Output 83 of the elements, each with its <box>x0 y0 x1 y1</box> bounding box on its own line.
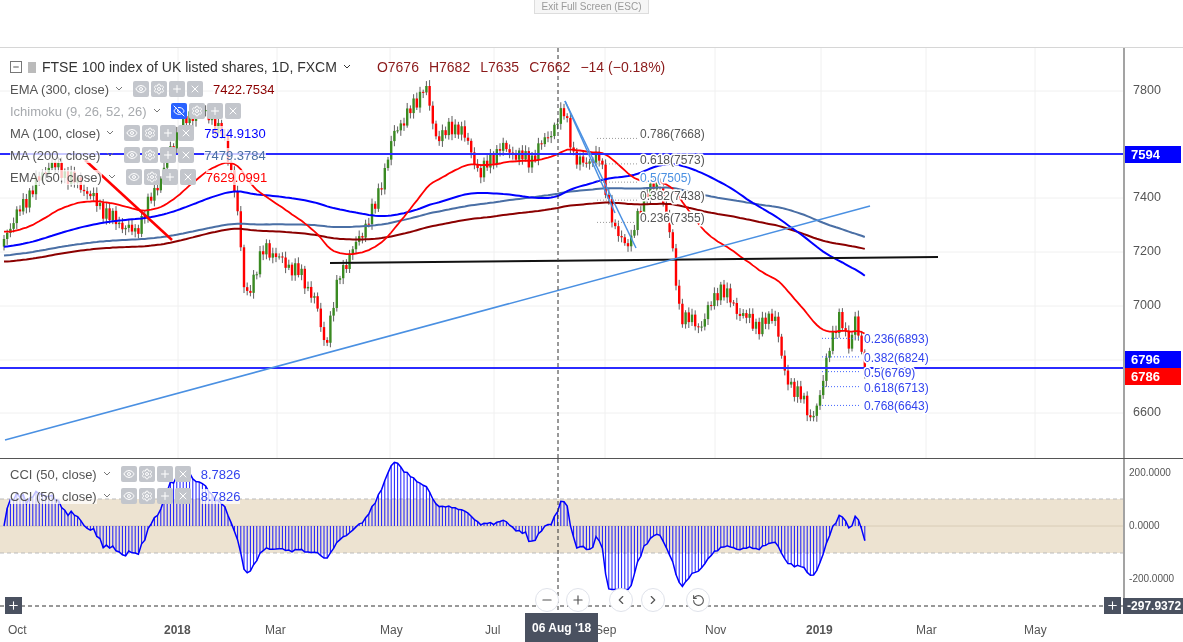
eye-icon[interactable] <box>133 81 149 97</box>
scroll-right-button[interactable] <box>641 588 665 612</box>
price-label: 6796 <box>1125 351 1182 368</box>
plus-icon <box>7 599 20 612</box>
time-label: Mar <box>916 623 937 637</box>
plus-button[interactable] <box>5 597 22 614</box>
settings-icon[interactable] <box>142 125 159 141</box>
plus-icon[interactable] <box>206 103 223 119</box>
ema-50-legend[interactable]: EMA (50, close) <box>10 169 102 185</box>
reset-icon <box>691 593 705 607</box>
reset-button[interactable] <box>686 588 710 612</box>
indicator-value: 7629.0991 <box>205 169 268 185</box>
flag-icon <box>28 61 36 73</box>
cci-legend[interactable]: CCI (50, close) <box>10 488 97 504</box>
time-label: 2019 <box>806 623 833 637</box>
price-tick: 7800 <box>1133 83 1161 97</box>
eye-icon[interactable] <box>125 169 142 185</box>
plus-icon[interactable] <box>156 488 173 504</box>
cci-tick: -200.0000 <box>1129 573 1175 584</box>
fibonacci-level-label: 0.786(7668) <box>640 127 705 142</box>
price-tick: 6600 <box>1133 405 1161 419</box>
plus-button[interactable] <box>1104 597 1121 614</box>
eye-icon[interactable] <box>120 488 137 504</box>
time-label: Mar <box>265 623 286 637</box>
time-label: May <box>1024 623 1047 637</box>
indicator-value: 7479.3784 <box>204 147 266 163</box>
time-label: May <box>380 623 403 637</box>
fibonacci-level-label: 0.768(6643) <box>864 399 929 414</box>
cursor-date-label: 06 Aug '18 <box>525 613 599 642</box>
zoom-out-button[interactable] <box>535 588 559 612</box>
plus-icon[interactable] <box>161 169 178 185</box>
indicator-value: 7514.9130 <box>204 125 266 141</box>
price-tick: 7000 <box>1133 298 1161 312</box>
time-label: Oct <box>8 623 27 637</box>
close-icon[interactable] <box>178 125 195 141</box>
fibonacci-level-label: 0.5(7505) <box>640 171 692 186</box>
fibonacci-level-label: 0.236(6893) <box>864 332 929 347</box>
plus-icon[interactable] <box>156 466 173 482</box>
eye-icon[interactable] <box>120 466 137 482</box>
close-icon[interactable] <box>187 81 203 97</box>
indicator-value: 8.7826 <box>200 488 241 504</box>
ohlc-value: O7676 <box>376 59 419 75</box>
settings-icon[interactable] <box>188 103 205 119</box>
price-label: 6786 <box>1125 368 1182 385</box>
caret-icon[interactable] <box>106 152 115 158</box>
settings-icon[interactable] <box>138 488 155 504</box>
cci-tick: 200.0000 <box>1129 467 1171 478</box>
time-label: Jul <box>485 623 501 637</box>
time-label: 2018 <box>164 623 191 637</box>
ohlc-value: −14 (−0.18%) <box>580 59 666 75</box>
close-icon[interactable] <box>178 147 195 163</box>
plus-icon[interactable] <box>160 147 177 163</box>
fibonacci-level-label: 0.5(6769) <box>864 365 916 380</box>
price-tick: 7400 <box>1133 190 1161 204</box>
collapse-icon[interactable] <box>10 61 22 73</box>
plus-icon[interactable] <box>160 125 177 141</box>
ohlc-value: H7682 <box>428 59 471 75</box>
close-icon[interactable] <box>174 488 191 504</box>
plus-icon <box>1106 599 1119 612</box>
eye-icon[interactable] <box>124 125 141 141</box>
symbol-title: FTSE 100 index of UK listed shares, 1D, FXCM <box>42 59 337 75</box>
cci-tick: 0.0000 <box>1129 520 1160 531</box>
eye-slash-icon[interactable] <box>170 103 187 119</box>
close-icon[interactable] <box>174 466 191 482</box>
fibonacci-level-label: 0.618(7573) <box>640 152 705 167</box>
settings-icon[interactable] <box>151 81 167 97</box>
settings-icon[interactable] <box>143 169 160 185</box>
close-icon[interactable] <box>179 169 196 185</box>
settings-icon[interactable] <box>138 466 155 482</box>
time-label: Nov <box>705 623 727 637</box>
plus-icon <box>571 593 585 607</box>
scroll-left-button[interactable] <box>609 588 633 612</box>
price-tick: 7200 <box>1133 244 1161 258</box>
ohlc-value: L7635 <box>480 59 520 75</box>
close-icon[interactable] <box>224 103 241 119</box>
zoom-in-button[interactable] <box>566 588 590 612</box>
caret-icon[interactable] <box>342 64 351 70</box>
cursor-value-label: -297.9372 <box>1123 598 1183 614</box>
fibonacci-level-label: 0.618(6713) <box>864 380 929 395</box>
eye-icon[interactable] <box>124 147 141 163</box>
price-label: 7594 <box>1125 146 1182 163</box>
settings-icon[interactable] <box>142 147 159 163</box>
ohlc-value: C7662 <box>529 59 571 75</box>
